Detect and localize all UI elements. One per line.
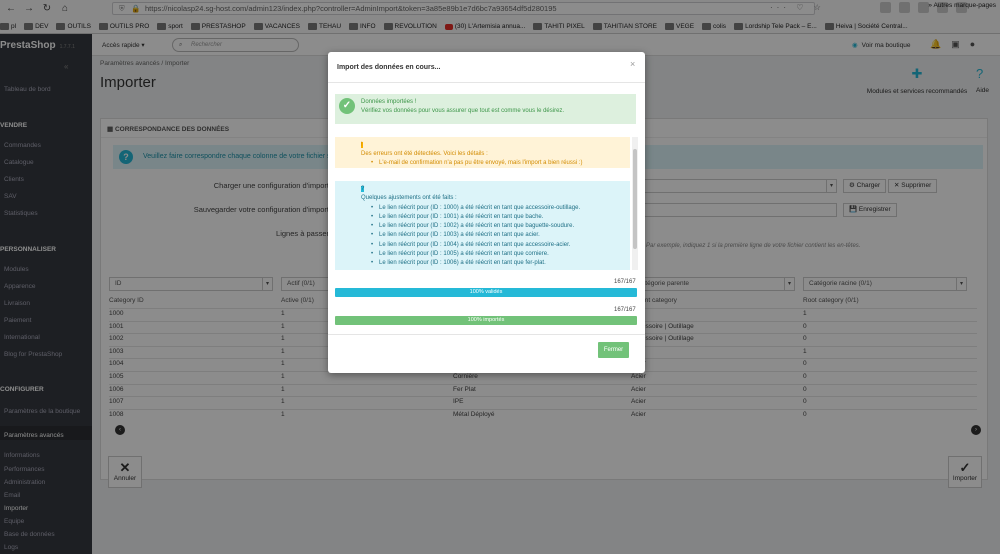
info-item: Le lien réécrit pour (ID : 1002) a été r… xyxy=(361,222,630,232)
info-item: Le lien réécrit pour (ID : 1006) a été r… xyxy=(361,259,630,269)
warning-alert: ! Des erreurs ont été détectées. Voici l… xyxy=(335,137,630,168)
scrollbar-thumb[interactable] xyxy=(633,149,637,249)
info-item: Le lien réécrit pour (ID : 1000) a été r… xyxy=(361,204,630,214)
divider xyxy=(328,334,645,335)
info-adjustments-alert: ? Quelques ajustements ont été faits : L… xyxy=(335,181,630,270)
validation-progress-bar: 100% validés xyxy=(335,288,637,297)
modal-title: Import des données en cours... xyxy=(337,64,441,71)
close-button[interactable]: Fermer xyxy=(598,342,629,358)
divider xyxy=(328,82,645,83)
info-item: Le lien réécrit pour (ID : 1005) a été r… xyxy=(361,250,630,260)
warning-title: Des erreurs ont été détectées. Voici les… xyxy=(361,151,488,157)
scrollbar[interactable] xyxy=(632,137,638,270)
info-item: Le lien réécrit pour (ID : 1003) a été r… xyxy=(361,231,630,241)
imported-count: 167/167 xyxy=(614,307,636,313)
alerts-scroll-area[interactable]: ! Des erreurs ont été détectées. Voici l… xyxy=(335,137,638,270)
import-progress-modal: Import des données en cours... × ✓ Donné… xyxy=(328,52,645,373)
success-title: Données importées ! xyxy=(361,99,417,105)
check-circle-icon: ✓ xyxy=(339,98,355,114)
info-item: Le lien réécrit pour (ID : 1001) a été r… xyxy=(361,213,630,223)
info-item: Le lien réécrit pour (ID : 1004) a été r… xyxy=(361,241,630,251)
import-progress-bar: 100% importés xyxy=(335,316,637,325)
info-list: Le lien réécrit pour (ID : 1000) a été r… xyxy=(361,204,630,270)
question-icon: ? xyxy=(361,186,365,192)
close-icon[interactable]: × xyxy=(630,59,635,69)
warning-item: L'e-mail de confirmation n'a pas pu être… xyxy=(361,159,630,168)
warning-icon: ! xyxy=(361,142,363,148)
info-item: Le lien réécrit pour (ID : 1007) a été r… xyxy=(361,269,630,270)
validated-count: 167/167 xyxy=(614,279,636,285)
success-alert: ✓ Données importées ! Vérifiez vos donné… xyxy=(335,94,636,124)
info-title: Quelques ajustements ont été faits : xyxy=(361,195,457,202)
success-text: Vérifiez vos données pour vous assurer q… xyxy=(361,108,565,114)
